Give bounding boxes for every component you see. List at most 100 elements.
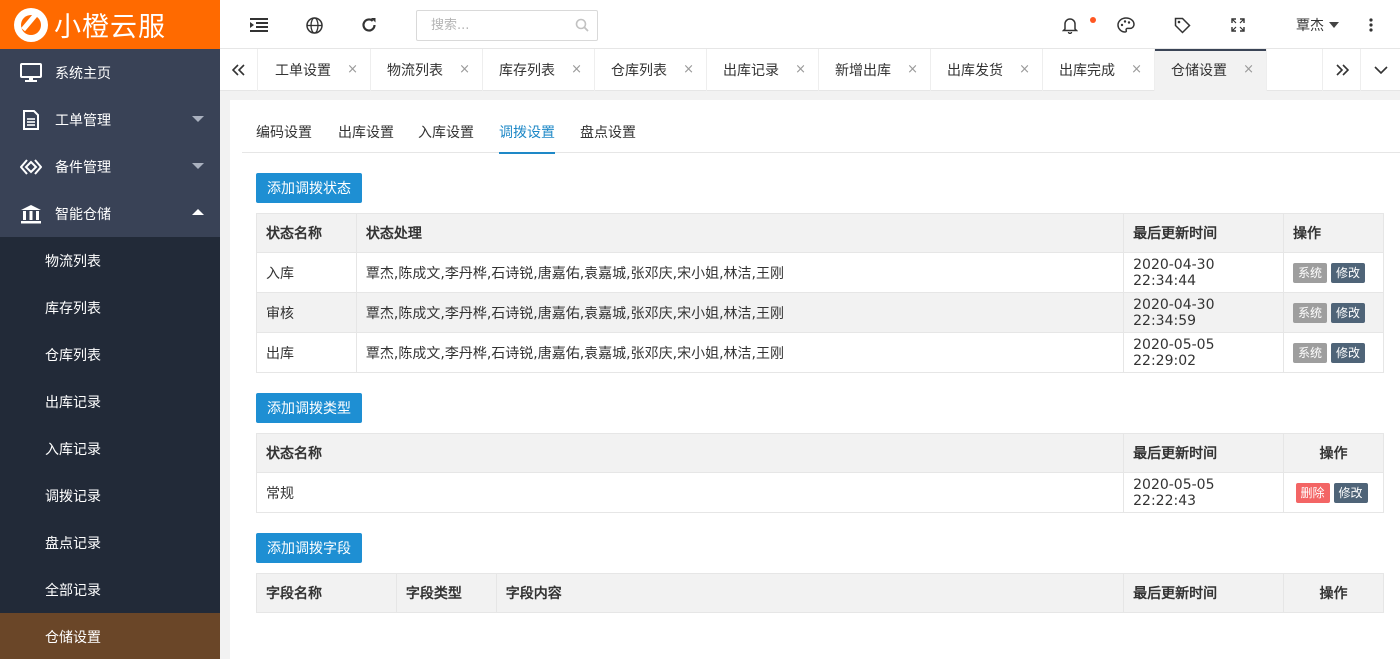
tab-logistics-list[interactable]: 物流列表 × [371,49,483,91]
row-actions: 系统 修改 [1283,252,1384,293]
close-icon[interactable]: × [459,62,470,77]
subtab-outbound-settings[interactable]: 出库设置 [338,122,394,152]
column-header: 字段类型 [395,573,497,613]
edit-button[interactable]: 修改 [1333,482,1368,503]
status-handlers: 覃杰,陈成文,李丹桦,石诗锐,唐嘉佑,袁嘉城,张邓庆,宋小姐,林洁,王刚 [355,332,1125,373]
sidebar-subitem-logistics[interactable]: 物流列表 [0,237,220,284]
sidebar-subitem-warehouse-settings[interactable]: 仓储设置 [0,613,220,659]
sidebar-item-label: 备件管理 [55,159,111,176]
table-header-row: 状态名称 最后更新时间 操作 [255,433,1384,473]
add-transfer-status-button[interactable]: 添加调拨状态 [256,173,362,203]
table-header-row: 字段名称 字段类型 字段内容 最后更新时间 操作 [256,573,1384,613]
edit-button[interactable]: 修改 [1331,342,1366,363]
column-header: 状态名称 [256,213,357,253]
close-icon[interactable]: × [1243,62,1254,77]
subtab-stocktake-settings[interactable]: 盘点设置 [580,122,636,152]
subtab-transfer-settings[interactable]: 调拨设置 [499,122,555,154]
sidebar-subitem-outbound-records[interactable]: 出库记录 [0,378,220,425]
system-button[interactable]: 系统 [1293,342,1328,363]
column-header: 操作 [1283,433,1384,473]
more-vertical-icon[interactable] [1360,14,1382,36]
sidebar-item-home[interactable]: 系统主页 [0,49,220,96]
sidebar-subitem-stocktake-records[interactable]: 盘点记录 [0,519,220,566]
transfer-type-table: 状态名称 最后更新时间 操作 常规 2020-05-05 22:22:43 删除… [255,433,1384,513]
add-transfer-field-button[interactable]: 添加调拨字段 [256,533,362,563]
tab-label: 物流列表 [387,63,443,79]
brand-name: 小橙云服 [54,12,166,43]
sidebar-subitem-all-records[interactable]: 全部记录 [0,566,220,613]
close-icon[interactable]: × [907,62,918,77]
tag-icon[interactable] [1171,14,1193,36]
tab-new-outbound[interactable]: 新增出库 × [819,49,931,91]
search-box [416,10,598,41]
subtab-inbound-settings[interactable]: 入库设置 [418,122,474,152]
sidebar-subitem-warehouses[interactable]: 仓库列表 [0,331,220,378]
table-row: 常规 2020-05-05 22:22:43 删除 修改 [255,472,1384,513]
fullscreen-icon[interactable] [1227,14,1249,36]
sidebar-item-label: 智能仓储 [55,206,111,223]
user-name: 覃杰 [1296,18,1324,34]
diamond-icon [20,156,42,178]
column-header: 最后更新时间 [1123,573,1285,613]
table-header-row: 状态名称 状态处理 最后更新时间 操作 [256,213,1384,253]
close-icon[interactable]: × [1131,62,1142,77]
close-icon[interactable]: × [795,62,806,77]
system-button[interactable]: 系统 [1293,262,1328,283]
tab-warehouse-settings[interactable]: 仓储设置 × [1155,49,1267,91]
refresh-icon[interactable] [358,14,380,36]
tab-outbound-records[interactable]: 出库记录 × [707,49,819,91]
system-button[interactable]: 系统 [1293,302,1328,323]
tab-inventory-list[interactable]: 库存列表 × [483,49,595,91]
menu-collapse-icon[interactable] [248,14,270,36]
close-icon[interactable]: × [347,62,358,77]
subtab-code-settings[interactable]: 编码设置 [256,122,312,152]
orange-logo-icon [14,7,48,42]
caret-down-icon [1329,22,1339,28]
add-transfer-type-button[interactable]: 添加调拨类型 [256,393,362,423]
bell-icon[interactable] [1059,14,1081,36]
row-actions: 删除 修改 [1283,472,1384,513]
close-icon[interactable]: × [683,62,694,77]
tab-outbound-shipping[interactable]: 出库发货 × [931,49,1043,91]
tab-work-order-settings[interactable]: 工单设置 × [259,49,371,91]
sidebar-subitem-transfer-records[interactable]: 调拨记录 [0,472,220,519]
close-icon[interactable]: × [1019,62,1030,77]
sidebar-subitem-inventory[interactable]: 库存列表 [0,284,220,331]
tab-label: 新增出库 [835,63,891,79]
search-input[interactable] [417,11,567,40]
brand-logo[interactable]: 小橙云服 [0,0,220,49]
globe-icon[interactable] [303,14,325,36]
edit-button[interactable]: 修改 [1331,302,1366,323]
edit-button[interactable]: 修改 [1331,262,1366,283]
monitor-icon [20,62,42,84]
sidebar-item-spare-parts[interactable]: 备件管理 [0,143,220,190]
tab-warehouse-list[interactable]: 仓库列表 × [595,49,707,91]
tab-label: 工单设置 [275,63,331,79]
tabs-scroll-left-icon[interactable] [220,49,258,91]
palette-icon[interactable] [1115,14,1137,36]
updated-time: 2020-04-30 22:34:59 [1123,292,1285,333]
sidebar-item-work-orders[interactable]: 工单管理 [0,96,220,143]
search-icon[interactable] [575,18,589,36]
table-row: 出库 覃杰,陈成文,李丹桦,石诗锐,唐嘉佑,袁嘉城,张邓庆,宋小姐,林洁,王刚 … [256,332,1384,373]
sidebar-item-smart-warehouse[interactable]: 智能仓储 [0,190,220,237]
tab-label: 库存列表 [499,63,555,79]
tabs-scroll-right-icon[interactable] [1322,49,1360,91]
status-handlers: 覃杰,陈成文,李丹桦,石诗锐,唐嘉佑,袁嘉城,张邓庆,宋小姐,林洁,王刚 [355,252,1125,293]
status-name: 审核 [256,292,357,333]
status-name: 入库 [256,252,357,293]
column-header: 状态处理 [355,213,1125,253]
user-menu[interactable]: 覃杰 [1296,15,1339,35]
chevron-down-icon [192,116,204,122]
delete-button[interactable]: 删除 [1295,482,1330,503]
tabs-dropdown-icon[interactable] [1360,49,1400,91]
status-handlers: 覃杰,陈成文,李丹桦,石诗锐,唐嘉佑,袁嘉城,张邓庆,宋小姐,林洁,王刚 [355,292,1125,333]
top-header: 覃杰 [220,0,1400,49]
close-icon[interactable]: × [571,62,582,77]
tab-outbound-complete[interactable]: 出库完成 × [1043,49,1155,91]
chevron-up-icon [192,209,204,215]
bank-icon [20,203,42,225]
column-header: 字段名称 [256,573,397,613]
column-header: 最后更新时间 [1123,433,1285,473]
sidebar-subitem-inbound-records[interactable]: 入库记录 [0,425,220,472]
